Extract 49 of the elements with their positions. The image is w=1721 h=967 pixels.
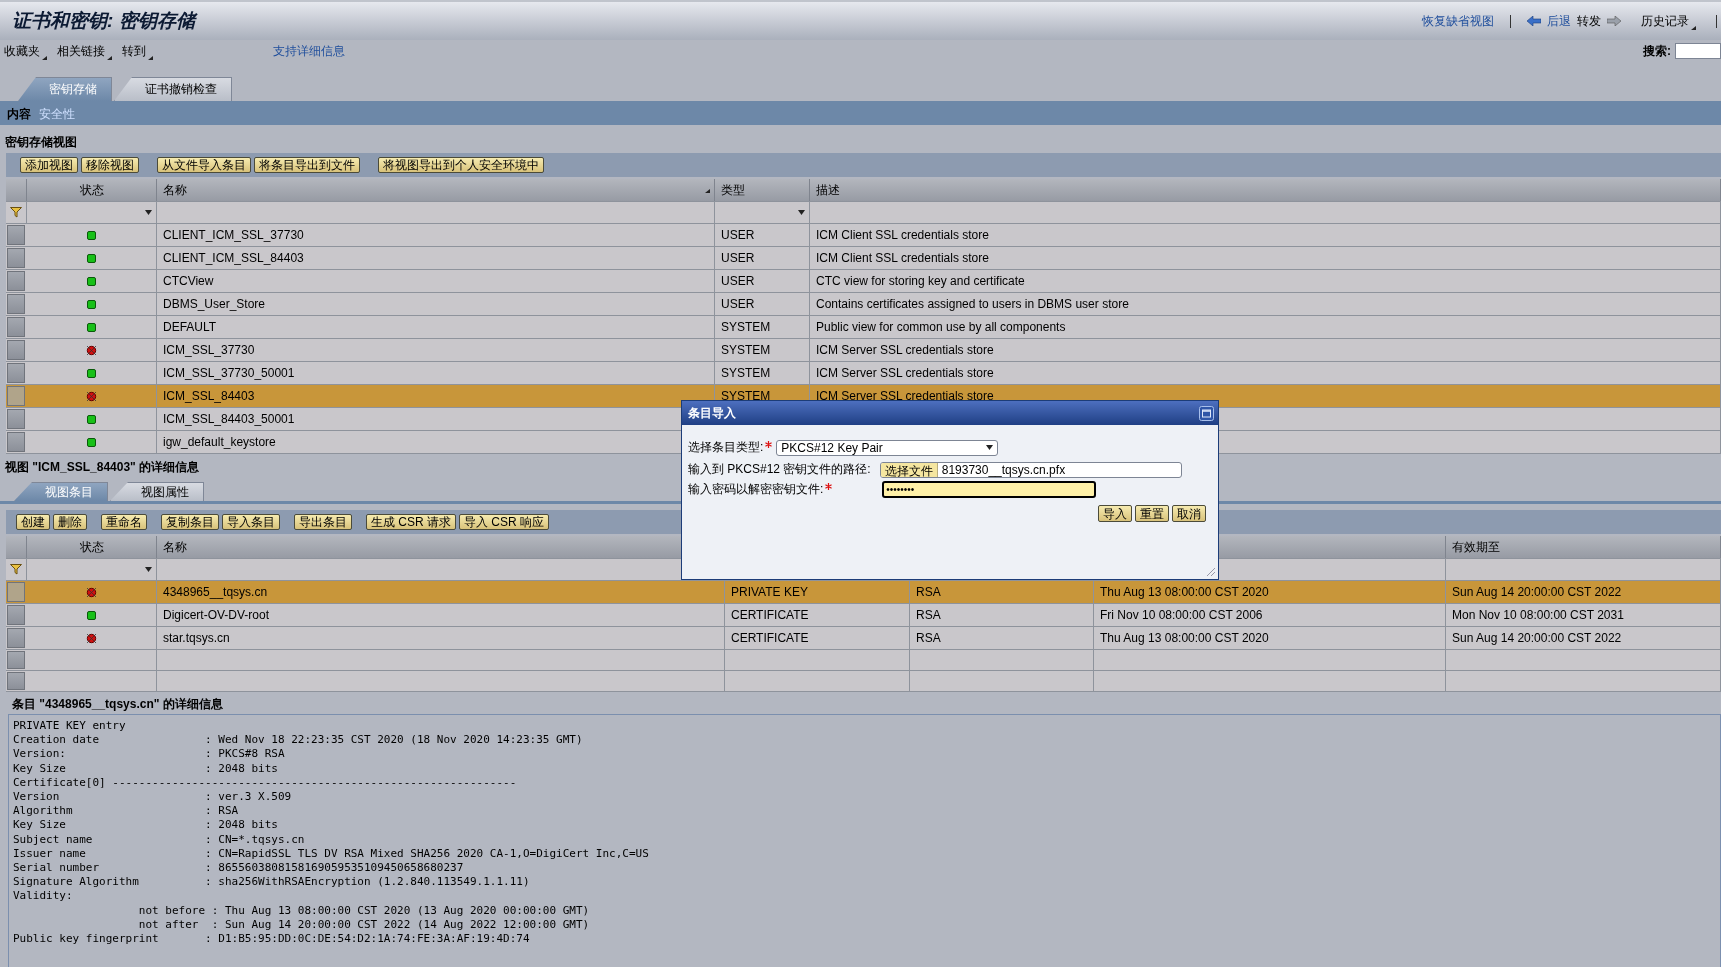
table-cell: SYSTEM	[721, 343, 771, 357]
search-label: 搜索:	[1643, 42, 1671, 60]
table-cell: CTC view for storing key and certificate	[816, 274, 1025, 288]
field-label: 选择条目类型:	[688, 439, 764, 456]
table-cell: Mon Nov 10 08:00:00 CST 2031	[1452, 608, 1624, 622]
table-cell: Digicert-OV-DV-root	[163, 608, 270, 622]
table-cell: 4348965__tqsys.cn	[163, 585, 268, 599]
table-cell: Contains certificates assigned to users in DBMS user store	[816, 297, 1129, 311]
table-cell: DEFAULT	[163, 320, 217, 334]
table-cell: USER	[721, 297, 755, 311]
table-cell: RSA	[916, 631, 941, 645]
table-cell: star.tqsys.cn	[163, 631, 230, 645]
section-title: 视图 "ICM_SSL_84403" 的详细信息	[5, 458, 200, 476]
table-cell: ICM_SSL_37730	[163, 343, 255, 357]
table-cell: ICM_SSL_84403	[163, 389, 255, 403]
table-cell: ICM Server SSL credentials store	[816, 366, 994, 380]
table-cell: USER	[721, 251, 755, 265]
table-cell: USER	[721, 228, 755, 242]
table-cell: ICM_SSL_84403_50001	[163, 412, 295, 426]
field-label: 输入到 PKCS#12 密钥文件的路径:	[688, 461, 871, 478]
table-cell: SYSTEM	[721, 389, 771, 403]
table-cell: DBMS_User_Store	[163, 297, 266, 311]
section-title: 条目 "4348965__tqsys.cn" 的详细信息	[12, 695, 223, 713]
section-title: 密钥存储视图	[5, 133, 77, 151]
table-cell: CERTIFICATE	[731, 608, 809, 622]
table-cell: CTCView	[163, 274, 214, 288]
table-cell: PRIVATE KEY	[731, 585, 808, 599]
table-cell: Sun Aug 14 20:00:00 CST 2022	[1452, 631, 1622, 645]
table-cell: Fri Nov 10 08:00:00 CST 2006	[1100, 608, 1263, 622]
table-cell: Sun Aug 14 20:00:00 CST 2022	[1452, 585, 1622, 599]
certificate-details-text: PRIVATE KEY entry Creation date : Wed Nov 18 22:23:35 CST 2020 (18 Nov 2020 14:23:35 GMT) Version: : PKCS#8 RSA Key Size : 2048 bits Certificate[0] ------------------------------------------------------------- Version : ver.3 X.509 Algorithm : RSA Key Size : 2048 bits Subject name : CN=*.tqsys.cn Issuer name : CN=RapidSSL TLS DV RSA Mixed SHA256 2020 CA-1,O=DigiCert Inc,C=US Serial number : 8655603808158169059535109450658680237 Signature Algorithm : sha256WithRSAEncryption (1.2.840.113549.1.1.11) Validity: not before : Thu Aug 13 08:00:00 CST 2020 (13 Aug 2020 00:00:00 GMT) not after : Sun Aug 14 20:00:00 CST 2022 (14 Aug 2022 12:00:00 GMT) Public key fingerprint : D1:B5:95:DD:0C:DE:54:D2:1A:74:FE:3A:AF:19:4D:74	[13, 719, 650, 947]
table-cell: CERTIFICATE	[731, 631, 809, 645]
table-cell: ICM Server SSL credentials store	[816, 389, 994, 403]
table-cell: ICM Client SSL credentials store	[816, 251, 989, 265]
table-cell: USER	[721, 274, 755, 288]
table-cell: Public view for common use by all components	[816, 320, 1066, 334]
table-cell: Thu Aug 13 08:00:00 CST 2020	[1100, 631, 1269, 645]
table-cell: RSA	[916, 585, 941, 599]
table-cell: SYSTEM	[721, 320, 771, 334]
table-cell: RSA	[916, 608, 941, 622]
table-cell: igw_default_keystore	[163, 435, 276, 449]
field-label: 输入密码以解密密钥文件:	[688, 481, 824, 498]
table-cell: ICM Client SSL credentials store	[816, 228, 989, 242]
table-cell: CLIENT_ICM_SSL_37730	[163, 228, 304, 242]
table-cell: Thu Aug 13 08:00:00 CST 2020	[1100, 585, 1269, 599]
table-cell: ICM_SSL_37730_50001	[163, 366, 295, 380]
table-cell: SYSTEM	[721, 366, 771, 380]
table-cell: CLIENT_ICM_SSL_84403	[163, 251, 304, 265]
table-cell: ICM Server SSL credentials store	[816, 343, 994, 357]
